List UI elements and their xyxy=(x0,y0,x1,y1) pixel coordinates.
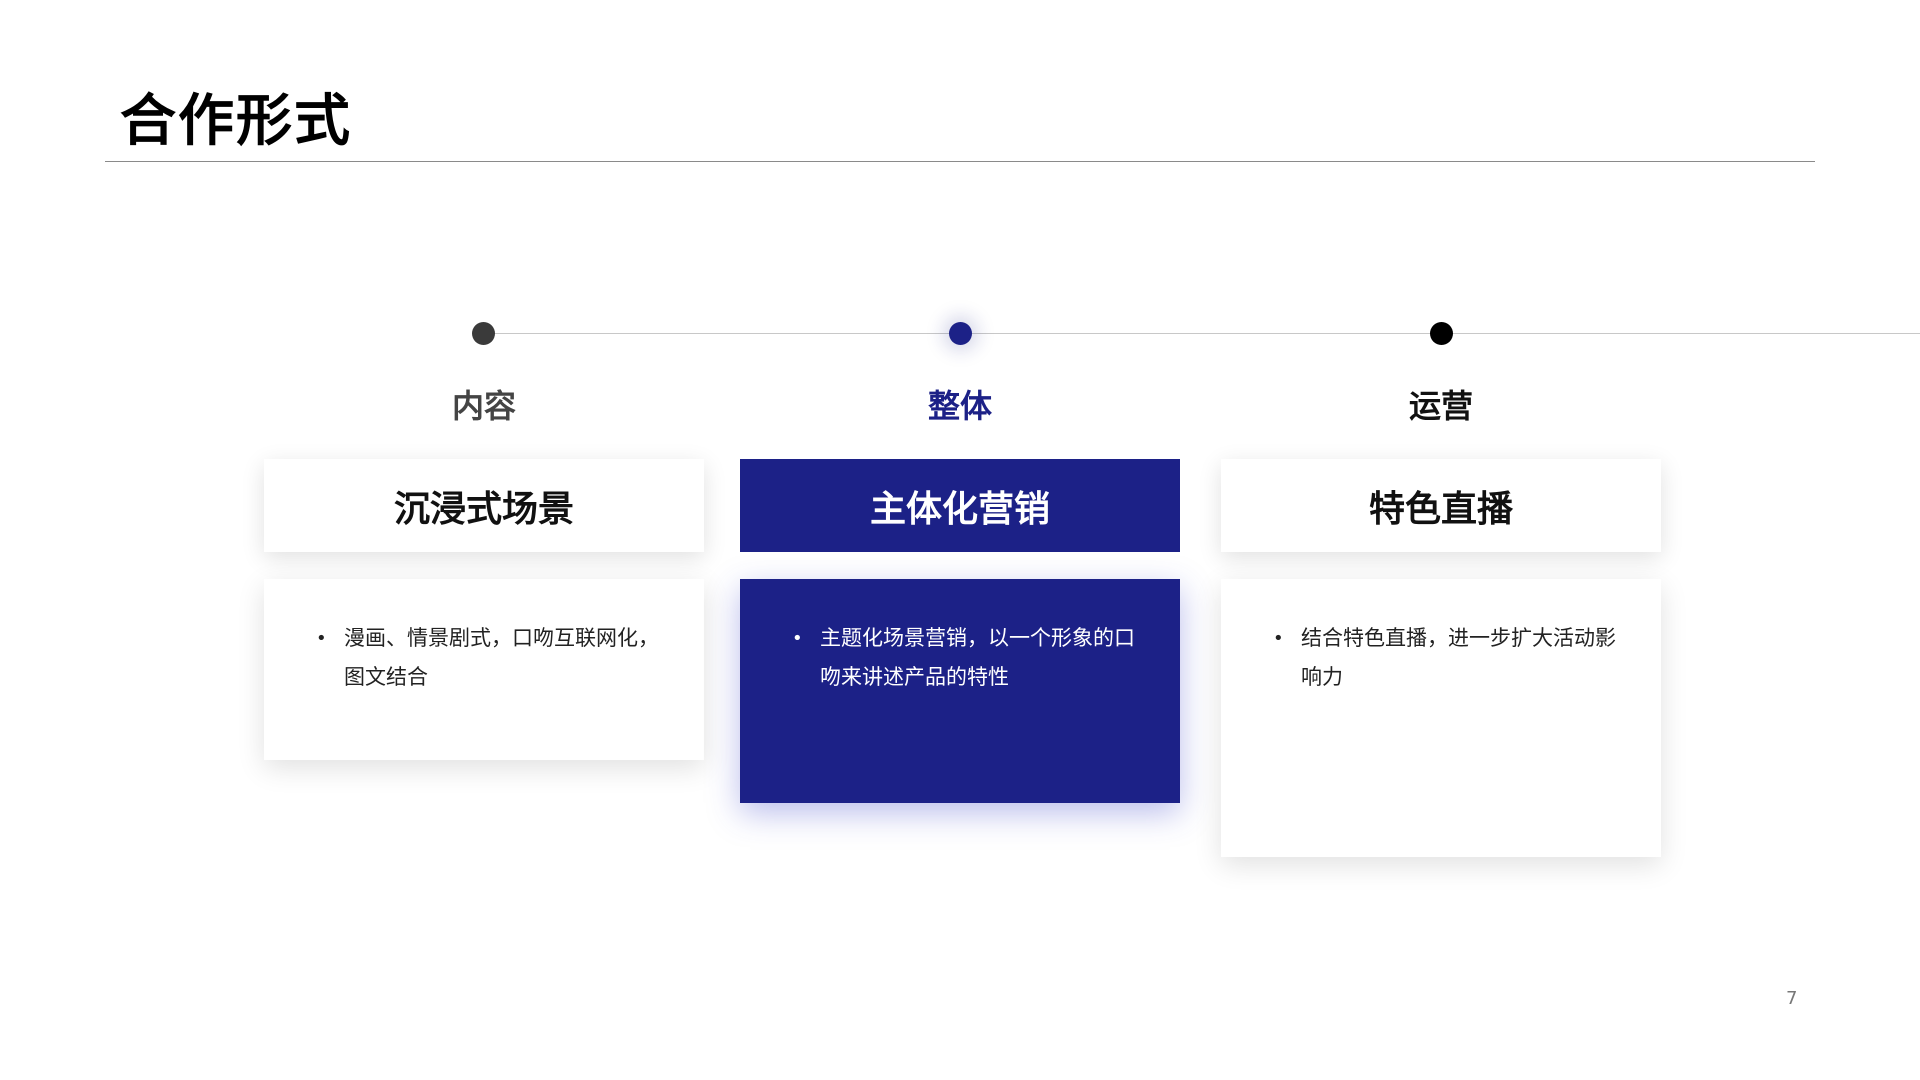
card-header: 特色直播 xyxy=(1221,459,1661,552)
bullet-text: 主题化场景营销，以一个形象的口吻来讲述产品的特性 xyxy=(820,626,1135,689)
column-content: 内容 沉浸式场景 • 漫画、情景剧式，口吻互联网化，图文结合 xyxy=(264,380,704,760)
bullet-icon: • xyxy=(792,628,803,649)
bullet-text: 漫画、情景剧式，口吻互联网化，图文结合 xyxy=(344,626,659,689)
card-body: • 漫画、情景剧式，口吻互联网化，图文结合 xyxy=(264,579,704,760)
card-body: • 结合特色直播，进一步扩大活动影响力 xyxy=(1221,579,1661,857)
timeline-dot-operation xyxy=(1430,322,1453,345)
bullet-icon: • xyxy=(316,628,327,649)
bullet-item: • 结合特色直播，进一步扩大活动影响力 xyxy=(1273,619,1621,697)
column-operation: 运营 特色直播 • 结合特色直播，进一步扩大活动影响力 xyxy=(1221,380,1661,857)
timeline-dot-content xyxy=(472,322,495,345)
category-label: 内容 xyxy=(451,387,516,425)
bullet-item: • 主题化场景营销，以一个形象的口吻来讲述产品的特性 xyxy=(792,619,1140,697)
category-label: 运营 xyxy=(1408,387,1473,425)
timeline-line xyxy=(484,333,1920,334)
card-header: 主体化营销 xyxy=(740,459,1180,552)
category-label: 整体 xyxy=(927,387,992,425)
slide-title: 合作形式 xyxy=(120,89,352,154)
title-divider xyxy=(105,161,1815,162)
page-number: 7 xyxy=(1786,988,1798,1009)
column-overall: 整体 主体化营销 • 主题化场景营销，以一个形象的口吻来讲述产品的特性 xyxy=(740,380,1180,803)
bullet-icon: • xyxy=(1273,628,1284,649)
bullet-text: 结合特色直播，进一步扩大活动影响力 xyxy=(1301,626,1616,689)
timeline-dot-overall xyxy=(949,322,972,345)
card-header: 沉浸式场景 xyxy=(264,459,704,552)
card-body: • 主题化场景营销，以一个形象的口吻来讲述产品的特性 xyxy=(740,579,1180,803)
bullet-item: • 漫画、情景剧式，口吻互联网化，图文结合 xyxy=(316,619,664,697)
